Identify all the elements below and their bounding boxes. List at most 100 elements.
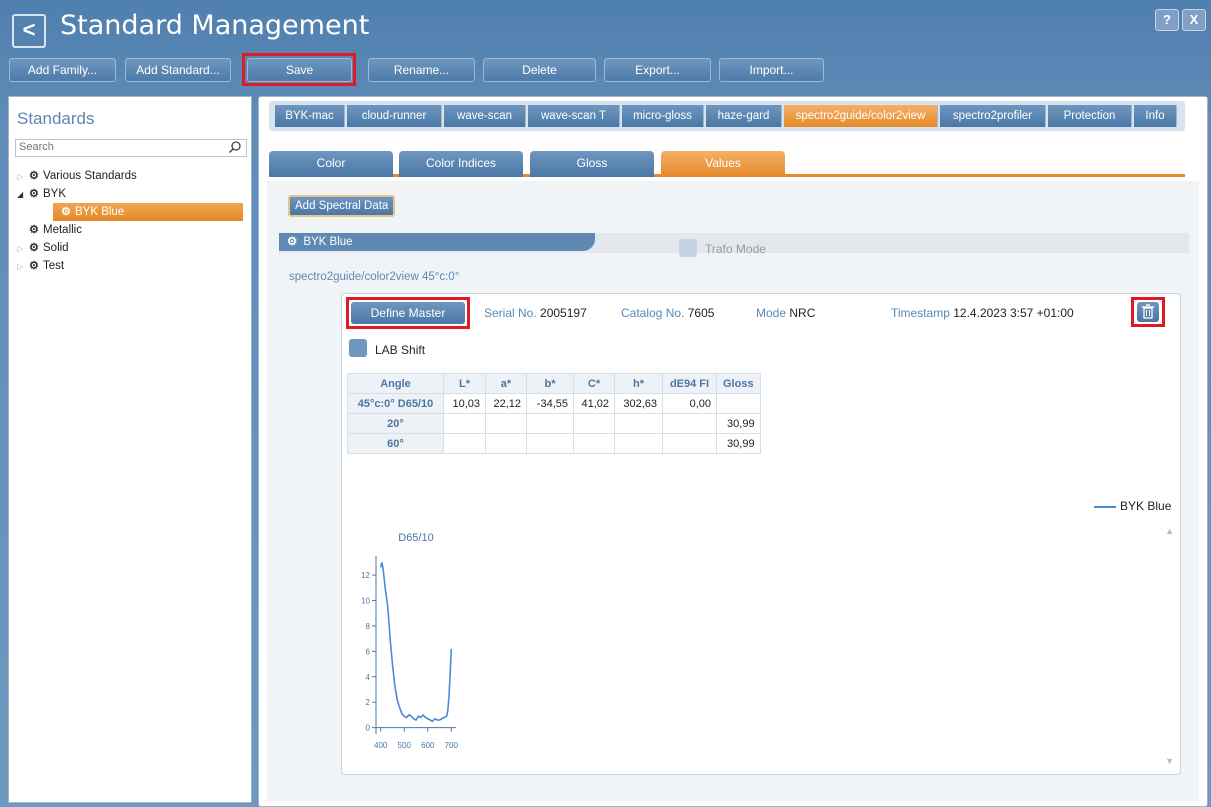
- chart-axes: 0 2 4 6 8 10 12 400 500 600 700: [362, 556, 459, 750]
- table-cell: [443, 413, 486, 434]
- delete-highlight: [1131, 297, 1165, 327]
- title-bar: < Standard Management ? X: [0, 0, 1211, 56]
- angle-cell: 20°: [347, 413, 444, 434]
- tree-item-byk[interactable]: ◢ ⚙ BYK: [17, 185, 66, 203]
- table-cell: -34,55: [526, 393, 574, 414]
- tab-color[interactable]: Color: [269, 151, 393, 177]
- tree-item-metallic[interactable]: ⚙ Metallic: [29, 221, 82, 239]
- standard-icon: ⚙: [287, 236, 298, 248]
- table-cell: 10,03: [443, 393, 486, 414]
- back-button[interactable]: <: [12, 14, 46, 48]
- standards-sidebar: Standards ▷⚙Various Standards ◢⚙BYK ⚙BYK…: [8, 96, 252, 803]
- tab-info[interactable]: Info: [1134, 105, 1177, 127]
- catalog-label: Catalog No.: [621, 306, 685, 320]
- scroll-up-icon[interactable]: ▲: [1165, 526, 1174, 536]
- timestamp: Timestamp 12.4.2023 3:57 +01:00: [891, 306, 1074, 320]
- table-cell: [573, 433, 615, 454]
- chart-legend: BYK Blue: [1094, 499, 1171, 513]
- standard-group-icon: ⚙: [29, 188, 39, 200]
- tab-cloud-runner[interactable]: cloud-runner: [347, 105, 442, 127]
- tree-item-various-standards[interactable]: ▷ ⚙ Various Standards: [17, 167, 137, 185]
- search-box[interactable]: [15, 139, 247, 157]
- column-header: Gloss: [716, 373, 761, 394]
- catalog-value: 7605: [687, 306, 715, 320]
- angle-cell: 60°: [347, 433, 444, 454]
- series-line-byk-blue: [379, 562, 453, 723]
- tab-spectro2profiler[interactable]: spectro2profiler: [940, 105, 1046, 127]
- serial-number: Serial No. 2005197: [484, 306, 587, 320]
- column-header: dE94 FI: [662, 373, 717, 394]
- search-icon[interactable]: [228, 140, 242, 154]
- expand-arrow-icon[interactable]: ▷: [17, 240, 29, 258]
- import-button[interactable]: Import...: [719, 58, 824, 82]
- tree-item-label: Various Standards: [43, 170, 137, 182]
- tree-item-label: Test: [43, 260, 65, 272]
- table-cell: [614, 433, 663, 454]
- legend-swatch: [1094, 505, 1116, 508]
- column-header: Angle: [347, 373, 444, 394]
- table-row: 20° 30,99: [347, 413, 761, 434]
- chart-title: D65/10: [398, 532, 433, 544]
- table-cell: [526, 433, 574, 454]
- y-tick-label: 0: [366, 724, 371, 733]
- legend-label: BYK Blue: [1120, 499, 1172, 513]
- tab-protection[interactable]: Protection: [1048, 105, 1132, 127]
- export-button[interactable]: Export...: [604, 58, 711, 82]
- rename-button[interactable]: Rename...: [368, 58, 475, 82]
- tab-values[interactable]: Values: [661, 151, 785, 177]
- table-cell: 0,00: [662, 393, 717, 414]
- delete-button[interactable]: Delete: [483, 58, 596, 82]
- table-cell: [526, 413, 574, 434]
- tab-wave-scan-t[interactable]: wave-scan T: [528, 105, 620, 127]
- tree-item-test[interactable]: ▷ ⚙ Test: [17, 257, 64, 275]
- tab-color-indices[interactable]: Color Indices: [399, 151, 523, 177]
- table-cell: [662, 413, 717, 434]
- tab-wave-scan[interactable]: wave-scan: [444, 105, 526, 127]
- add-spectral-data-button[interactable]: Add Spectral Data: [288, 195, 396, 217]
- scroll-down-icon[interactable]: ▼: [1165, 756, 1174, 766]
- search-input[interactable]: [19, 141, 219, 153]
- column-header: h*: [614, 373, 663, 394]
- table-cell: 41,02: [573, 393, 615, 414]
- y-tick-label: 4: [366, 673, 371, 682]
- trafo-mode-label: Trafo Mode: [705, 242, 766, 256]
- tab-byk-mac[interactable]: BYK-mac: [275, 105, 345, 127]
- tab-haze-gard[interactable]: haze-gard: [706, 105, 782, 127]
- tree-item-solid[interactable]: ▷ ⚙ Solid: [17, 239, 69, 257]
- table-cell: [443, 433, 486, 454]
- tab-micro-gloss[interactable]: micro-gloss: [622, 105, 704, 127]
- standard-icon: ⚙: [61, 206, 71, 218]
- tab-gloss[interactable]: Gloss: [530, 151, 654, 177]
- save-highlight: [242, 53, 356, 86]
- add-family-button[interactable]: Add Family...: [9, 58, 116, 82]
- x-tick-label: 700: [445, 741, 459, 750]
- values-content: Add Spectral Data ⚙ BYK Blue Trafo Mode s…: [267, 181, 1199, 801]
- standard-group-icon: ⚙: [29, 242, 39, 254]
- mode: Mode NRC: [756, 306, 815, 320]
- column-header: b*: [526, 373, 574, 394]
- table-cell: [485, 413, 527, 434]
- standard-header-tab: ⚙ BYK Blue: [279, 233, 595, 251]
- tree-item-byk-blue[interactable]: ⚙ BYK Blue: [53, 203, 243, 221]
- table-row: 60° 30,99: [347, 433, 761, 454]
- values-table: Angle L* a* b* C* h* dE94 FI Gloss 45°c:…: [347, 373, 761, 454]
- expand-arrow-icon[interactable]: ▷: [17, 168, 29, 186]
- table-cell: [573, 413, 615, 434]
- trafo-mode-checkbox[interactable]: [679, 239, 697, 257]
- lab-shift-checkbox[interactable]: [349, 339, 367, 357]
- sub-tab-bar: Color Color Indices Gloss Values: [269, 151, 1185, 177]
- catalog-number: Catalog No. 7605: [621, 306, 714, 320]
- expand-arrow-icon[interactable]: ▷: [17, 258, 29, 276]
- close-button[interactable]: X: [1182, 9, 1206, 31]
- lab-shift-label: LAB Shift: [375, 343, 426, 357]
- standard-group-icon: ⚙: [29, 260, 39, 272]
- table-cell: 22,12: [485, 393, 527, 414]
- table-cell: [485, 433, 527, 454]
- help-button[interactable]: ?: [1155, 9, 1179, 31]
- measurement-label: spectro2guide/color2view 45°c:0°: [289, 271, 460, 283]
- x-tick-label: 500: [398, 741, 412, 750]
- collapse-arrow-icon[interactable]: ◢: [17, 186, 29, 204]
- tab-spectro2guide[interactable]: spectro2guide/color2view: [784, 105, 938, 127]
- table-cell: 30,99: [716, 413, 761, 434]
- add-standard-button[interactable]: Add Standard...: [125, 58, 231, 82]
